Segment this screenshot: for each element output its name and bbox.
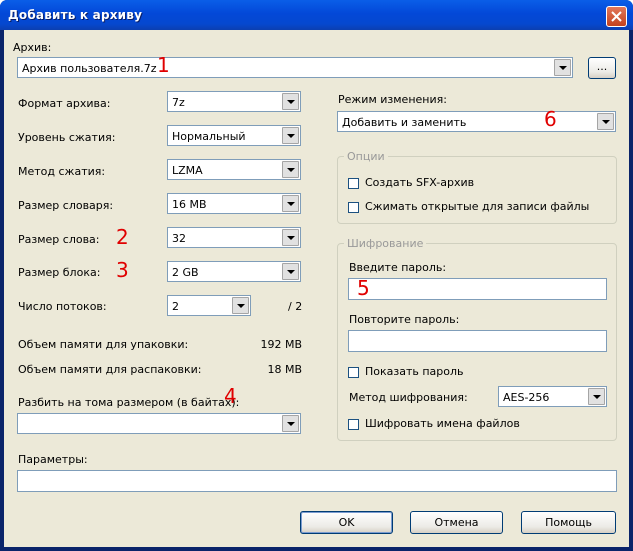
encryption-method-value: AES-256: [503, 391, 550, 404]
format-combo[interactable]: 7z: [167, 91, 301, 112]
chevron-down-icon[interactable]: [282, 195, 299, 212]
params-input[interactable]: [17, 470, 617, 492]
dialog-window: Добавить к архиву Архив: Архив пользоват…: [0, 0, 633, 551]
update-mode-value: Добавить и заменить: [342, 116, 467, 129]
archive-path-combo[interactable]: Архив пользователя.7z: [17, 57, 573, 78]
split-combo[interactable]: [17, 413, 301, 434]
archive-path-value: Архив пользователя.7z: [22, 62, 157, 75]
chevron-down-icon[interactable]: [282, 415, 299, 432]
memory-unpack-label: Объем памяти для распаковки:: [18, 363, 202, 376]
chevron-down-icon[interactable]: [282, 93, 299, 110]
memory-pack-value: 192 MB: [260, 338, 302, 351]
memory-unpack-value: 18 MB: [267, 363, 302, 376]
word-combo[interactable]: 32: [167, 227, 301, 248]
annotation-1: 1: [157, 53, 170, 77]
encryption-group: Шифрование Введите пароль: Повторите пар…: [337, 237, 617, 441]
cancel-button[interactable]: Отмена: [410, 511, 503, 534]
options-group: Опции Создать SFX-архив Сжимать открытые…: [337, 150, 617, 224]
encryption-method-combo[interactable]: AES-256: [498, 386, 607, 407]
method-value: LZMA: [172, 164, 203, 177]
dict-combo[interactable]: 16 MB: [167, 193, 301, 214]
chevron-down-icon[interactable]: [282, 127, 299, 144]
title-bar: Добавить к архиву: [0, 0, 633, 30]
threads-max: / 2: [288, 300, 303, 313]
archive-label: Архив:: [13, 41, 52, 54]
repeat-password-input[interactable]: [348, 330, 607, 352]
word-label: Размер слова:: [18, 233, 100, 246]
chevron-down-icon[interactable]: [597, 113, 614, 130]
dict-value: 16 MB: [172, 198, 207, 211]
show-password-label: Показать пароль: [365, 365, 464, 378]
close-button[interactable]: [606, 6, 627, 27]
block-label: Размер блока:: [18, 266, 101, 279]
shared-files-label: Сжимать открытые для записи файлы: [365, 200, 590, 213]
dialog-body: Архив: Архив пользователя.7z ... Формат …: [4, 30, 629, 547]
chevron-down-icon[interactable]: [282, 161, 299, 178]
threads-label: Число потоков:: [18, 300, 107, 313]
level-label: Уровень сжатия:: [18, 131, 116, 144]
threads-value: 2: [172, 300, 179, 313]
window-title: Добавить к архиву: [8, 8, 143, 22]
encrypt-names-label: Шифровать имена файлов: [365, 417, 520, 430]
method-label: Метод сжатия:: [18, 165, 106, 178]
format-label: Формат архива:: [18, 97, 111, 110]
encrypt-names-checkbox[interactable]: [348, 419, 359, 430]
password-label: Введите пароль:: [349, 261, 447, 274]
split-label: Разбить на тома размером (в байтах):: [18, 396, 240, 409]
options-title: Опции: [344, 150, 388, 163]
ok-button[interactable]: OK: [300, 511, 393, 534]
format-value: 7z: [172, 96, 185, 109]
chevron-down-icon[interactable]: [554, 59, 571, 76]
show-password-checkbox[interactable]: [348, 367, 359, 378]
annotation-4: 4: [224, 384, 237, 408]
sfx-checkbox[interactable]: [348, 178, 359, 189]
chevron-down-icon[interactable]: [282, 263, 299, 280]
method-combo[interactable]: LZMA: [167, 159, 301, 180]
close-icon: [611, 11, 622, 22]
shared-files-checkbox[interactable]: [348, 202, 359, 213]
block-value: 2 GB: [172, 266, 199, 279]
sfx-label: Создать SFX-архив: [365, 176, 475, 189]
encryption-title: Шифрование: [344, 237, 427, 250]
word-value: 32: [172, 232, 186, 245]
help-button[interactable]: Помощь: [521, 511, 616, 534]
encryption-method-label: Метод шифрования:: [349, 391, 468, 404]
update-mode-combo[interactable]: Добавить и заменить: [337, 111, 616, 132]
browse-button[interactable]: ...: [588, 57, 616, 79]
update-mode-label: Режим изменения:: [338, 93, 447, 106]
block-combo[interactable]: 2 GB: [167, 261, 301, 282]
annotation-5: 5: [357, 276, 370, 300]
annotation-3: 3: [116, 258, 129, 282]
threads-combo[interactable]: 2: [167, 295, 251, 316]
annotation-6: 6: [544, 107, 557, 131]
memory-pack-label: Объем памяти для упаковки:: [18, 338, 189, 351]
repeat-password-label: Повторите пароль:: [349, 313, 460, 326]
chevron-down-icon[interactable]: [232, 297, 249, 314]
annotation-2: 2: [116, 225, 129, 249]
password-input[interactable]: [348, 278, 607, 300]
params-label: Параметры:: [18, 453, 88, 466]
chevron-down-icon[interactable]: [588, 388, 605, 405]
level-value: Нормальный: [172, 130, 246, 143]
dict-label: Размер словаря:: [18, 199, 114, 212]
chevron-down-icon[interactable]: [282, 229, 299, 246]
level-combo[interactable]: Нормальный: [167, 125, 301, 146]
